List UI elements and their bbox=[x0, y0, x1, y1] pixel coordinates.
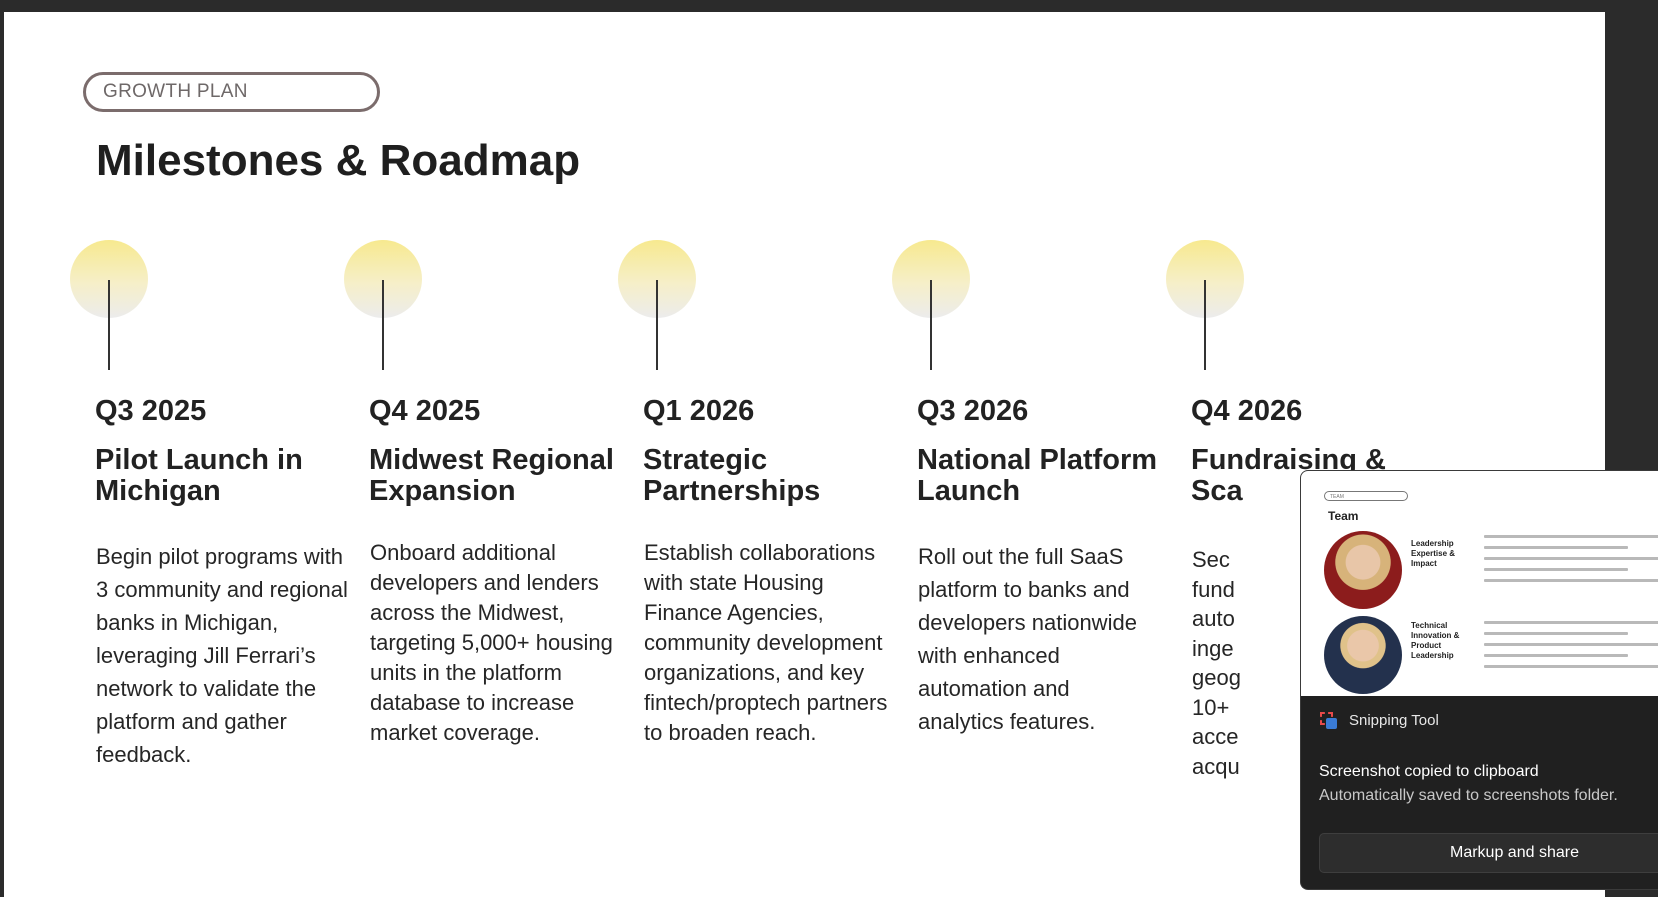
milestone-title: Pilot Launch in Michigan bbox=[95, 444, 303, 507]
markup-and-share-button[interactable]: Markup and share bbox=[1319, 833, 1658, 873]
milestone-stem bbox=[930, 280, 932, 370]
avatar bbox=[1324, 616, 1402, 694]
preview-text-lines bbox=[1484, 535, 1658, 590]
toast-submessage: Automatically saved to screenshots folde… bbox=[1319, 787, 1618, 804]
milestone-date: Q1 2026 bbox=[643, 395, 755, 427]
milestone-stem bbox=[382, 280, 384, 370]
milestone-description: Establish collaborations with state Hous… bbox=[644, 540, 888, 745]
milestone-description: Onboard additional developers and lender… bbox=[370, 540, 613, 745]
toast-header: Snipping Tool bbox=[1319, 711, 1439, 729]
milestone-date: Q4 2025 bbox=[369, 395, 481, 427]
preview-tag: TEAM bbox=[1324, 491, 1408, 501]
avatar bbox=[1324, 531, 1402, 609]
milestone-title: Strategic Partnerships bbox=[643, 444, 821, 507]
milestone-description: Begin pilot programs with 3 community an… bbox=[96, 544, 348, 767]
slide-title: Milestones & Roadmap bbox=[96, 136, 581, 185]
milestone-title: National Platform Launch bbox=[917, 444, 1158, 507]
milestone-description: Sec fund auto inge geog 10+ acce acqu bbox=[1192, 547, 1241, 779]
preview-text-lines bbox=[1484, 621, 1658, 676]
toast-message: Screenshot copied to clipboard bbox=[1319, 763, 1539, 780]
milestone-date: Q3 2025 bbox=[95, 395, 207, 427]
milestone-date: Q3 2026 bbox=[917, 395, 1029, 427]
milestone-stem bbox=[1204, 280, 1206, 370]
toast-app-name: Snipping Tool bbox=[1349, 711, 1439, 729]
milestone-description: Roll out the full SaaS platform to banks… bbox=[918, 544, 1137, 734]
screenshot-preview[interactable]: TEAM Team Leadership Expertise & Impact … bbox=[1301, 471, 1658, 696]
section-tag: GROWTH PLAN bbox=[83, 72, 380, 112]
preview-label: Technical Innovation & Product Leadershi… bbox=[1411, 621, 1460, 660]
snipping-tool-icon bbox=[1319, 711, 1337, 729]
milestone-stem bbox=[108, 280, 110, 370]
milestone-title: Midwest Regional Expansion bbox=[369, 444, 614, 507]
milestone-date: Q4 2026 bbox=[1191, 395, 1303, 427]
snipping-tool-notification[interactable]: TEAM Team Leadership Expertise & Impact … bbox=[1300, 470, 1658, 890]
preview-label: Leadership Expertise & Impact bbox=[1411, 539, 1456, 568]
preview-title: Team bbox=[1328, 509, 1359, 523]
milestone-stem bbox=[656, 280, 658, 370]
